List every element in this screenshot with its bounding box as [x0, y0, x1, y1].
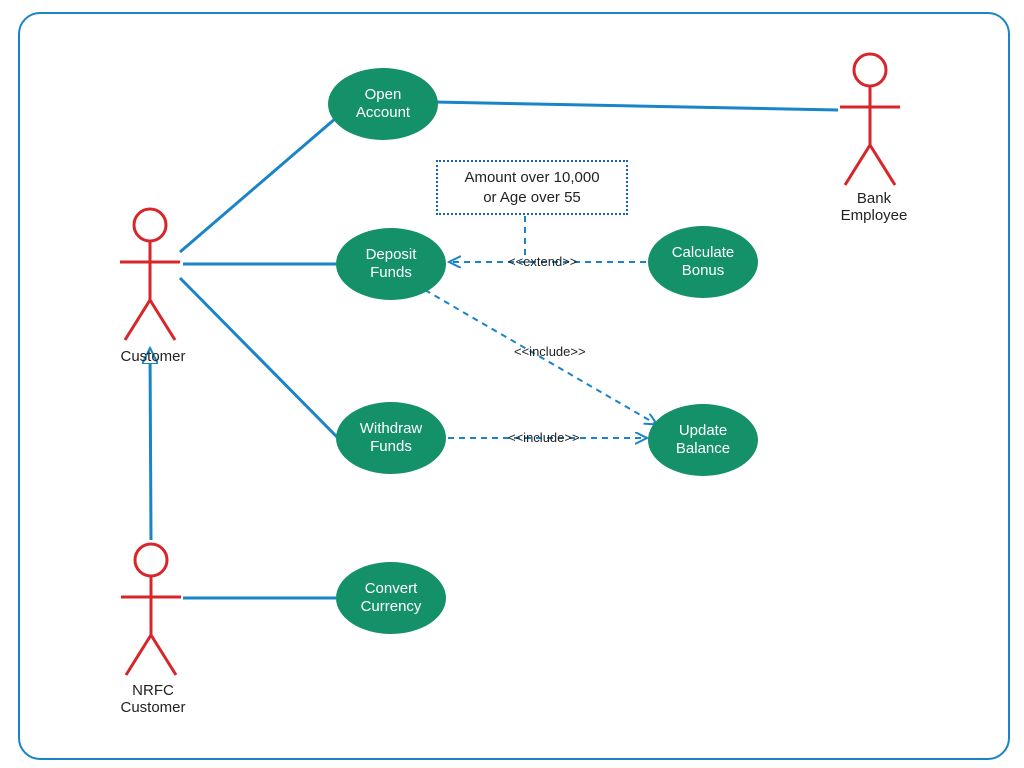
- usecase-label: Deposit Funds: [366, 246, 417, 282]
- stereotype-include-1: <<include>>: [514, 344, 586, 359]
- usecase-update-balance: Update Balance: [648, 404, 758, 476]
- customer-label: Customer: [118, 348, 188, 365]
- note-text: Amount over 10,000 or Age over 55: [464, 169, 599, 206]
- usecase-label: Calculate Bonus: [672, 244, 735, 280]
- usecase-label: Convert Currency: [361, 580, 422, 616]
- extend-condition-note: Amount over 10,000 or Age over 55: [436, 160, 628, 215]
- usecase-label: Open Account: [356, 86, 410, 122]
- usecase-open-account: Open Account: [328, 68, 438, 140]
- usecase-deposit-funds: Deposit Funds: [336, 228, 446, 300]
- diagram-boundary: [18, 12, 1010, 760]
- usecase-label: Withdraw Funds: [360, 420, 423, 456]
- stereotype-include-2: <<include>>: [508, 430, 580, 445]
- stereotype-extend: <<extend>>: [508, 254, 577, 269]
- bank-label: Bank Employee: [834, 190, 914, 224]
- usecase-calculate-bonus: Calculate Bonus: [648, 226, 758, 298]
- usecase-convert-currency: Convert Currency: [336, 562, 446, 634]
- usecase-withdraw-funds: Withdraw Funds: [336, 402, 446, 474]
- usecase-label: Update Balance: [676, 422, 730, 458]
- nrfc-label: NRFC Customer: [118, 682, 188, 716]
